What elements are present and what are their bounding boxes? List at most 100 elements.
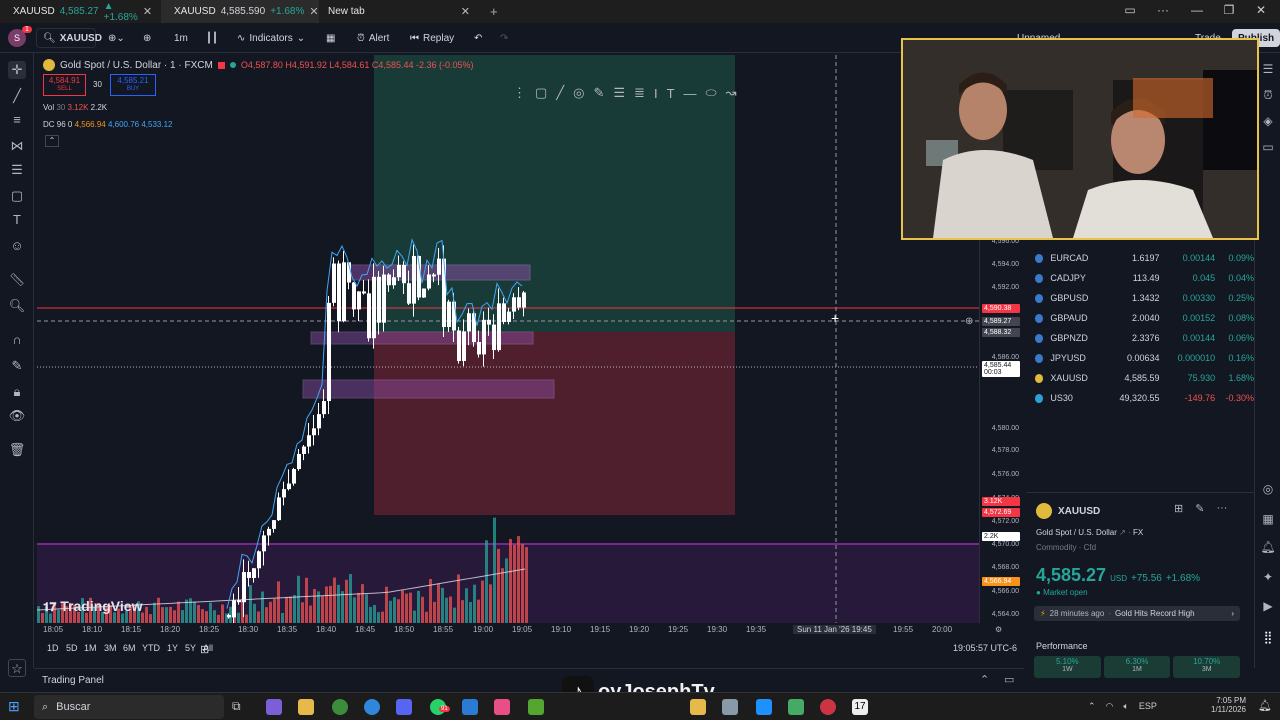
star-icon[interactable]: ☆ <box>8 659 26 677</box>
minecraft-icon[interactable] <box>528 699 544 715</box>
taskbar-clock[interactable]: 7:05 PM 1/11/2026 <box>1206 696 1246 714</box>
cast-icon[interactable]: ▭ <box>1115 3 1145 17</box>
watchlist-row[interactable]: JPYUSD 0.00634 0.000010 0.16% <box>1026 348 1254 368</box>
external-link-icon[interactable]: ↗ <box>1119 528 1126 537</box>
watchlist-row[interactable]: GBPNZD 2.3376 0.00144 0.06% <box>1026 328 1254 348</box>
emoji-icon[interactable]: ☺ <box>8 237 26 255</box>
notifications-icon[interactable]: 🔔︎ <box>1258 699 1272 712</box>
axis-settings-icon[interactable]: ⚙ <box>995 625 1002 634</box>
layers-icon[interactable]: ◈ <box>1260 113 1276 129</box>
trash-icon[interactable]: 🗑︎ <box>8 441 26 459</box>
browser-tab-1[interactable]: XAUUSD 4,585.27 ▲ +1.68% ✕ <box>0 0 160 23</box>
watchlist-row[interactable]: GBPUSD 1.3432 0.00330 0.25% <box>1026 288 1254 308</box>
streams-icon[interactable]: ▶ <box>1260 598 1276 614</box>
close-icon[interactable]: ✕ <box>309 5 318 18</box>
trading-panel-tab[interactable]: Trading Panel <box>42 675 104 686</box>
window-close-icon[interactable]: ✕ <box>1246 3 1276 17</box>
shape-icon[interactable]: ⬭ <box>706 85 717 101</box>
collapse-legend-button[interactable]: ⌃ <box>45 135 59 147</box>
price-chart[interactable]: + <box>37 55 979 623</box>
pattern-icon[interactable]: ⋈ <box>8 137 26 155</box>
watchlist-row[interactable]: US30 49,320.55 -149.76 -0.30% <box>1026 388 1254 408</box>
detail-header[interactable]: XAUUSD <box>1036 503 1100 519</box>
range-5y-button[interactable]: 5Y <box>185 643 196 653</box>
discord-icon[interactable] <box>396 699 412 715</box>
watchlist-icon[interactable]: ☰ <box>1260 61 1276 77</box>
ruler-icon[interactable]: 📏︎ <box>8 271 26 289</box>
more-icon[interactable]: ··· <box>1148 3 1178 17</box>
app-icon[interactable] <box>722 699 738 715</box>
user-avatar[interactable]: S 1 <box>8 23 32 53</box>
line-icon[interactable]: ╱ <box>556 85 564 101</box>
close-icon[interactable]: ✕ <box>143 5 152 18</box>
whatsapp-icon[interactable]: 91 <box>430 699 450 715</box>
rectangle-icon[interactable]: ▢ <box>535 85 547 101</box>
chat-icon[interactable]: ▭ <box>1260 139 1276 155</box>
range-3m-button[interactable]: 3M <box>104 643 117 653</box>
maximize-icon[interactable]: ❐ <box>1214 3 1244 17</box>
app-icon[interactable] <box>462 699 478 715</box>
system-tray[interactable]: ⌃ ◠ 🔈︎ ESP <box>1088 701 1157 712</box>
text-icon[interactable]: T <box>8 211 26 229</box>
eye-icon[interactable]: 👁︎ <box>8 407 26 425</box>
range-5d-button[interactable]: 5D <box>66 643 78 653</box>
alerts-icon[interactable]: ⏰︎ <box>1260 87 1276 103</box>
performance-tile[interactable]: 10.70% 3M <box>1173 656 1241 678</box>
replay-button[interactable]: ⏮︎ Replay <box>410 23 454 53</box>
range-1d-button[interactable]: 1D <box>47 643 59 653</box>
redo-button[interactable]: ↷ <box>500 23 508 53</box>
crosshair-icon[interactable]: ✛ <box>8 61 26 79</box>
indicators-button[interactable]: ∿ Indicators ⌄ <box>237 23 305 53</box>
maximize-panel-icon[interactable]: ▭ <box>1004 673 1014 686</box>
more-icon[interactable]: ··· <box>1216 502 1227 515</box>
close-icon[interactable]: ✕ <box>461 5 470 18</box>
text-cursor-icon[interactable]: I <box>654 86 658 101</box>
range-6m-button[interactable]: 6M <box>123 643 136 653</box>
browser-tab-2[interactable]: XAUUSD 4,585.590 +1.68% ✕ <box>161 0 319 23</box>
target-icon[interactable]: ◎ <box>1260 481 1276 497</box>
performance-tile[interactable]: 6.30% 1M <box>1103 656 1171 678</box>
interval-button[interactable]: 1m <box>174 23 188 53</box>
chart-canvas[interactable]: + Gold Spot / U.S. Dollar · 1 · FXCM O4,… <box>37 55 979 623</box>
grid-icon[interactable]: ⊞ <box>1174 502 1183 515</box>
edit-icon[interactable]: ✎ <box>1195 502 1204 515</box>
drag-handle-icon[interactable]: ⋮ <box>513 85 526 101</box>
file-explorer-icon[interactable] <box>298 699 314 715</box>
calendar-icon[interactable]: ▦ <box>1260 511 1276 527</box>
news-item[interactable]: ⚡︎ 28 minutes ago · Gold Hits Record Hig… <box>1034 606 1240 621</box>
circle-icon[interactable]: ◎ <box>573 85 584 101</box>
zoom-icon[interactable]: 🔍︎ <box>8 297 26 315</box>
path-icon[interactable]: ↝ <box>726 85 737 101</box>
chart-type-button[interactable]: ┃┃ <box>206 23 218 53</box>
browser-tab-3[interactable]: New tab ✕ <box>320 0 478 23</box>
trend-line-icon[interactable]: ╱ <box>8 87 26 105</box>
tradingview-app-icon[interactable]: 17 <box>852 699 868 715</box>
forecast-icon[interactable]: ☰ <box>8 161 26 179</box>
obs-icon[interactable] <box>820 699 836 715</box>
watchlist-row[interactable]: CADJPY 113.49 0.045 0.04% <box>1026 268 1254 288</box>
range-ytd-button[interactable]: YTD <box>142 643 160 653</box>
apps-grid-icon[interactable]: ⣿ <box>1260 629 1276 645</box>
chart-clock[interactable]: 19:05:57 UTC-6 <box>953 643 1017 653</box>
app-icon[interactable] <box>494 699 510 715</box>
watchlist-row[interactable]: GBPAUD 2.0040 0.00152 0.08% <box>1026 308 1254 328</box>
undo-button[interactable]: ↶ <box>474 23 482 53</box>
ideas-icon[interactable]: ✦ <box>1260 569 1276 585</box>
sell-button[interactable]: 4,584.91 SELL <box>43 74 86 96</box>
horizontal-ray-icon[interactable]: — <box>684 86 697 101</box>
minimize-icon[interactable]: — <box>1182 3 1212 17</box>
app-icon[interactable] <box>788 699 804 715</box>
range-1y-button[interactable]: 1Y <box>167 643 178 653</box>
magnet-icon[interactable]: ∩ <box>8 331 26 349</box>
buy-button[interactable]: 4,585.21 BUY <box>110 74 156 96</box>
text-icon[interactable]: T <box>667 86 675 101</box>
time-axis[interactable]: 20:0019:5519:4519:3519:3019:2519:2019:15… <box>37 623 1017 637</box>
shapes-icon[interactable]: ▢ <box>8 187 26 205</box>
watchlist-row[interactable]: XAUUSD 4,585.59 75.930 1.68% <box>1026 368 1254 388</box>
symbol-search[interactable]: 🔍︎ XAUUSD <box>36 28 102 48</box>
watchlist-row[interactable]: EURCAD 1.6197 0.00144 0.09% <box>1026 248 1254 268</box>
templates-button[interactable]: ▦ <box>326 23 335 53</box>
range-all-button[interactable]: All <box>203 643 213 653</box>
fib-retracement-icon[interactable]: ≣ <box>634 85 645 101</box>
chevron-up-icon[interactable]: ⌃ <box>980 673 989 686</box>
